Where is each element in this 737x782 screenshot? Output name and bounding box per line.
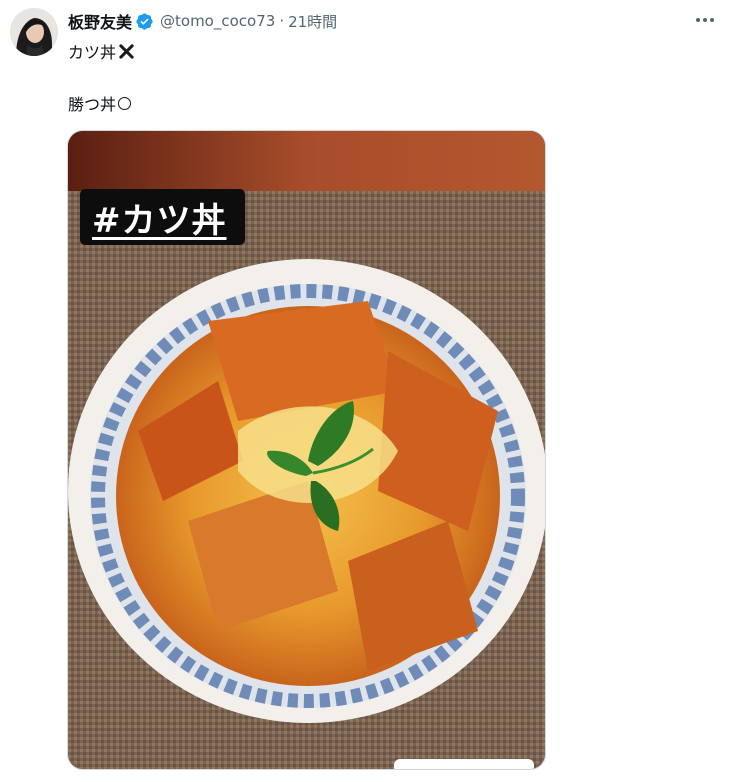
separator-dot: · [279, 12, 285, 30]
author-name[interactable]: 板野友美 [68, 9, 132, 33]
hashtag-text: #カツ丼 [92, 200, 227, 241]
circle-mark-icon [118, 96, 132, 110]
post-text-2: 勝つ丼 [68, 95, 117, 114]
author-handle[interactable]: @tomo_coco73 [160, 12, 275, 30]
post-media[interactable]: #カツ丼 [67, 130, 546, 770]
timestamp[interactable]: 21時間 [288, 11, 337, 32]
post-text-1: カツ丼 [68, 43, 117, 62]
tweet-card[interactable]: 板野友美 @tomo_coco73 · 21時間 カツ丼 勝つ丼 #カツ丼 [0, 0, 737, 782]
verified-badge-icon [136, 12, 153, 30]
more-options-button[interactable] [690, 8, 720, 32]
post-text-line-1: カツ丼 [68, 40, 135, 62]
avatar-image [10, 8, 58, 56]
more-dots-icon [696, 18, 714, 22]
post-header: 板野友美 @tomo_coco73 · 21時間 [68, 10, 337, 32]
avatar[interactable] [10, 8, 58, 56]
cross-mark-icon [119, 43, 134, 59]
hashtag-overlay: #カツ丼 [80, 189, 245, 245]
post-text-line-2: 勝つ丼 [68, 92, 132, 114]
media-caption-pill [394, 759, 534, 769]
